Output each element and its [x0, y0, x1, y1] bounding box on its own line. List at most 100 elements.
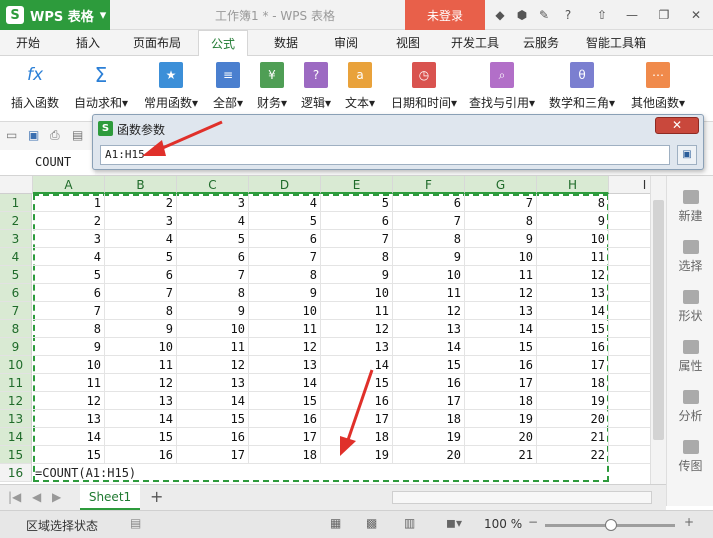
- table-cell[interactable]: 19: [537, 392, 609, 410]
- table-cell[interactable]: 20: [465, 428, 537, 446]
- insert-function-button[interactable]: fx 插入函数: [6, 62, 64, 111]
- row-header[interactable]: 9: [0, 338, 32, 356]
- table-cell[interactable]: 22: [537, 446, 609, 464]
- side-upload-image-button[interactable]: 传图: [667, 440, 713, 474]
- table-cell[interactable]: 11: [321, 302, 393, 320]
- table-cell[interactable]: 7: [249, 248, 321, 266]
- table-cell[interactable]: 6: [105, 266, 177, 284]
- page-layout-view-icon[interactable]: ▥: [404, 516, 415, 530]
- tab-home[interactable]: 开始: [4, 30, 52, 56]
- finance-button[interactable]: ¥ 财务▾: [252, 62, 292, 111]
- table-cell[interactable]: 12: [177, 356, 249, 374]
- macro-icon[interactable]: ▤: [130, 516, 141, 530]
- row-header[interactable]: 3: [0, 230, 32, 248]
- table-cell[interactable]: 10: [249, 302, 321, 320]
- restore-icon[interactable]: ❐: [656, 7, 672, 23]
- table-cell[interactable]: [609, 248, 650, 266]
- add-sheet-button[interactable]: +: [150, 487, 163, 506]
- minimize-icon[interactable]: —: [624, 7, 640, 23]
- row-header[interactable]: 10: [0, 356, 32, 374]
- first-sheet-icon[interactable]: |◀: [8, 490, 21, 504]
- table-cell[interactable]: 3: [105, 212, 177, 230]
- table-cell[interactable]: 5: [177, 230, 249, 248]
- table-cell[interactable]: 3: [33, 230, 105, 248]
- table-cell[interactable]: [609, 410, 650, 428]
- row-header[interactable]: 2: [0, 212, 32, 230]
- table-cell[interactable]: 14: [33, 428, 105, 446]
- table-cell[interactable]: 13: [321, 338, 393, 356]
- table-cell[interactable]: [609, 194, 650, 212]
- expand-dialog-button[interactable]: ▣: [677, 145, 697, 165]
- tab-review[interactable]: 审阅: [322, 30, 370, 56]
- table-cell[interactable]: 10: [537, 230, 609, 248]
- column-header-c[interactable]: C: [177, 176, 249, 194]
- table-cell[interactable]: 7: [33, 302, 105, 320]
- table-cell[interactable]: 8: [393, 230, 465, 248]
- table-cell[interactable]: 9: [321, 266, 393, 284]
- table-cell[interactable]: 11: [393, 284, 465, 302]
- table-cell[interactable]: 9: [177, 302, 249, 320]
- text-functions-button[interactable]: a 文本▾: [340, 62, 380, 111]
- logic-button[interactable]: ? 逻辑▾: [296, 62, 336, 111]
- table-cell[interactable]: 13: [177, 374, 249, 392]
- side-select-button[interactable]: 选择: [667, 240, 713, 274]
- table-cell[interactable]: [609, 356, 650, 374]
- lookup-button[interactable]: ⌕ 查找与引用▾: [464, 62, 540, 111]
- table-cell[interactable]: 13: [465, 302, 537, 320]
- table-cell[interactable]: 10: [465, 248, 537, 266]
- row-header[interactable]: 12: [0, 392, 32, 410]
- date-time-button[interactable]: ◷ 日期和时间▾: [384, 62, 464, 111]
- table-cell[interactable]: 14: [321, 356, 393, 374]
- table-cell[interactable]: 8: [465, 212, 537, 230]
- zoom-knob[interactable]: [605, 519, 617, 531]
- math-trig-button[interactable]: θ 数学和三角▾: [544, 62, 620, 111]
- side-shape-button[interactable]: 形状: [667, 290, 713, 324]
- normal-view-icon[interactable]: ▦: [330, 516, 341, 530]
- table-cell[interactable]: 20: [393, 446, 465, 464]
- sheet-tab[interactable]: Sheet1: [80, 485, 140, 510]
- table-cell[interactable]: 12: [537, 266, 609, 284]
- table-cell[interactable]: [609, 230, 650, 248]
- table-cell[interactable]: 11: [465, 266, 537, 284]
- table-cell[interactable]: [609, 266, 650, 284]
- all-functions-button[interactable]: ≡ 全部▾: [208, 62, 248, 111]
- table-cell[interactable]: 7: [321, 230, 393, 248]
- row-header[interactable]: 6: [0, 284, 32, 302]
- page-break-view-icon[interactable]: ▩: [366, 516, 377, 530]
- table-cell[interactable]: 8: [321, 248, 393, 266]
- folder-icon[interactable]: ▭: [6, 128, 17, 142]
- table-cell[interactable]: [609, 392, 650, 410]
- column-header-e[interactable]: E: [321, 176, 393, 194]
- table-cell[interactable]: 13: [33, 410, 105, 428]
- table-cell[interactable]: 10: [105, 338, 177, 356]
- prev-sheet-icon[interactable]: ◀: [32, 490, 41, 504]
- tab-page-layout[interactable]: 页面布局: [124, 30, 190, 56]
- column-header-f[interactable]: F: [393, 176, 465, 194]
- table-cell[interactable]: 9: [105, 320, 177, 338]
- column-header-h[interactable]: H: [537, 176, 609, 194]
- table-cell[interactable]: 3: [177, 194, 249, 212]
- tab-formulas[interactable]: 公式: [198, 30, 248, 57]
- table-cell[interactable]: 17: [249, 428, 321, 446]
- feedback-icon[interactable]: ✎: [536, 7, 552, 23]
- select-all-corner[interactable]: [0, 176, 33, 194]
- table-cell[interactable]: [609, 212, 650, 230]
- table-cell[interactable]: 2: [33, 212, 105, 230]
- name-box[interactable]: COUNT: [0, 150, 95, 176]
- table-cell[interactable]: 15: [537, 320, 609, 338]
- row-header[interactable]: 16: [0, 464, 32, 482]
- table-cell[interactable]: 1: [33, 194, 105, 212]
- table-cell[interactable]: 13: [249, 356, 321, 374]
- table-cell[interactable]: [609, 338, 650, 356]
- vertical-scrollbar[interactable]: [650, 176, 666, 484]
- tab-smart-tools[interactable]: 智能工具箱: [578, 30, 654, 56]
- zoom-in-icon[interactable]: +: [684, 515, 694, 529]
- table-cell[interactable]: 19: [465, 410, 537, 428]
- table-cell[interactable]: 8: [105, 302, 177, 320]
- table-cell[interactable]: 16: [249, 410, 321, 428]
- app-menu-button[interactable]: S WPS 表格 ▾: [0, 0, 110, 30]
- table-cell[interactable]: 6: [33, 284, 105, 302]
- table-cell[interactable]: 15: [105, 428, 177, 446]
- table-cell[interactable]: 16: [177, 428, 249, 446]
- table-cell[interactable]: 4: [249, 194, 321, 212]
